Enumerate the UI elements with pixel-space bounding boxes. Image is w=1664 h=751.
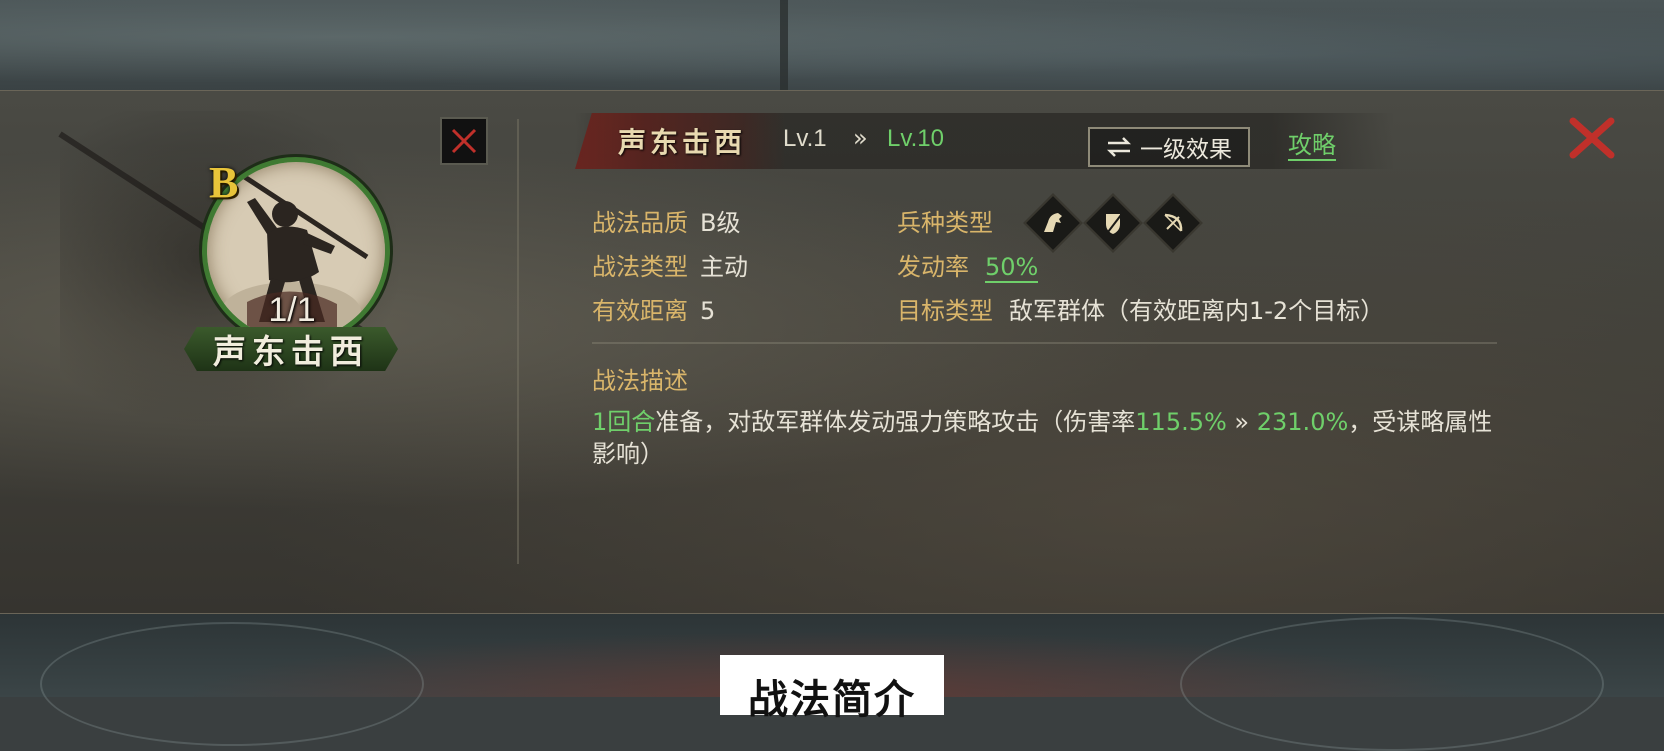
caption-text: 战法简介 bbox=[748, 677, 916, 723]
close-panel-button[interactable] bbox=[1567, 113, 1617, 163]
desc-damage-to: 231.0% bbox=[1256, 408, 1349, 436]
trigger-rate-value[interactable]: 50% bbox=[985, 253, 1039, 283]
type-value: 主动 bbox=[700, 253, 748, 281]
caption-box: 战法简介 bbox=[720, 655, 944, 723]
background-seam bbox=[780, 0, 788, 92]
close-icon bbox=[451, 128, 477, 154]
bow-icon bbox=[1143, 193, 1203, 253]
desc-text: 准备，对敌军群体发动强力策略攻击（伤害率 bbox=[655, 408, 1136, 436]
decor-swirl bbox=[40, 622, 424, 746]
level-arrow: » bbox=[853, 124, 868, 152]
panel-divider bbox=[517, 119, 519, 564]
level-to: Lv.10 bbox=[887, 125, 944, 152]
target-value: 敌军群体（有效距离内1-2个目标） bbox=[1009, 297, 1385, 325]
shield-icon bbox=[1083, 193, 1143, 253]
range-value: 5 bbox=[700, 297, 716, 325]
swap-arrows-icon bbox=[1106, 137, 1132, 157]
troop-row: 兵种类型 bbox=[897, 203, 993, 238]
desc-damage-from: 115.5% bbox=[1135, 408, 1227, 436]
level-from: Lv.1 bbox=[783, 125, 827, 152]
range-row: 有效距离 5 bbox=[592, 291, 715, 326]
effect-level-toggle-button[interactable]: 一级效果 bbox=[1088, 127, 1250, 167]
type-row: 战法类型 主动 bbox=[592, 247, 748, 282]
grade-badge: B bbox=[209, 158, 239, 207]
section-divider bbox=[592, 342, 1497, 344]
target-row: 目标类型 敌军群体（有效距离内1-2个目标） bbox=[897, 291, 1384, 326]
desc-arrow: » bbox=[1226, 408, 1257, 436]
effect-button-label: 一级效果 bbox=[1140, 137, 1232, 163]
skill-name-label: 声东击西 bbox=[213, 332, 369, 371]
target-label: 目标类型 bbox=[897, 297, 993, 325]
description-title: 战法描述 bbox=[592, 367, 688, 395]
close-icon bbox=[1569, 117, 1615, 159]
quality-label: 战法品质 bbox=[592, 209, 688, 237]
skill-count: 1/1 bbox=[268, 291, 316, 329]
type-label: 战法类型 bbox=[592, 253, 688, 281]
guide-link[interactable]: 攻略 bbox=[1288, 131, 1336, 161]
quality-row: 战法品质 B级 bbox=[592, 203, 740, 238]
decor-swirl bbox=[1180, 617, 1604, 751]
skill-description: 1回合准备，对敌军群体发动强力策略攻击（伤害率115.5% » 231.0%，受… bbox=[592, 406, 1512, 470]
trigger-rate-label: 发动率 bbox=[897, 253, 969, 281]
background-top bbox=[0, 0, 1664, 92]
quality-value: B级 bbox=[700, 209, 741, 237]
range-label: 有效距离 bbox=[592, 297, 688, 325]
cavalry-icon bbox=[1023, 193, 1083, 253]
desc-rounds: 1回合 bbox=[592, 408, 656, 436]
skill-name-plate: 声东击西 bbox=[184, 327, 398, 371]
skill-title: 声东击西 bbox=[618, 126, 747, 159]
trigger-rate-row: 发动率 50% bbox=[897, 247, 1039, 283]
skill-detail-panel: B 1/1 声东击西 声东击西 Lv.1 » Lv.10 一级效果 攻略 战法品… bbox=[0, 90, 1664, 614]
troop-label: 兵种类型 bbox=[897, 209, 993, 237]
close-small-button[interactable] bbox=[440, 117, 488, 165]
